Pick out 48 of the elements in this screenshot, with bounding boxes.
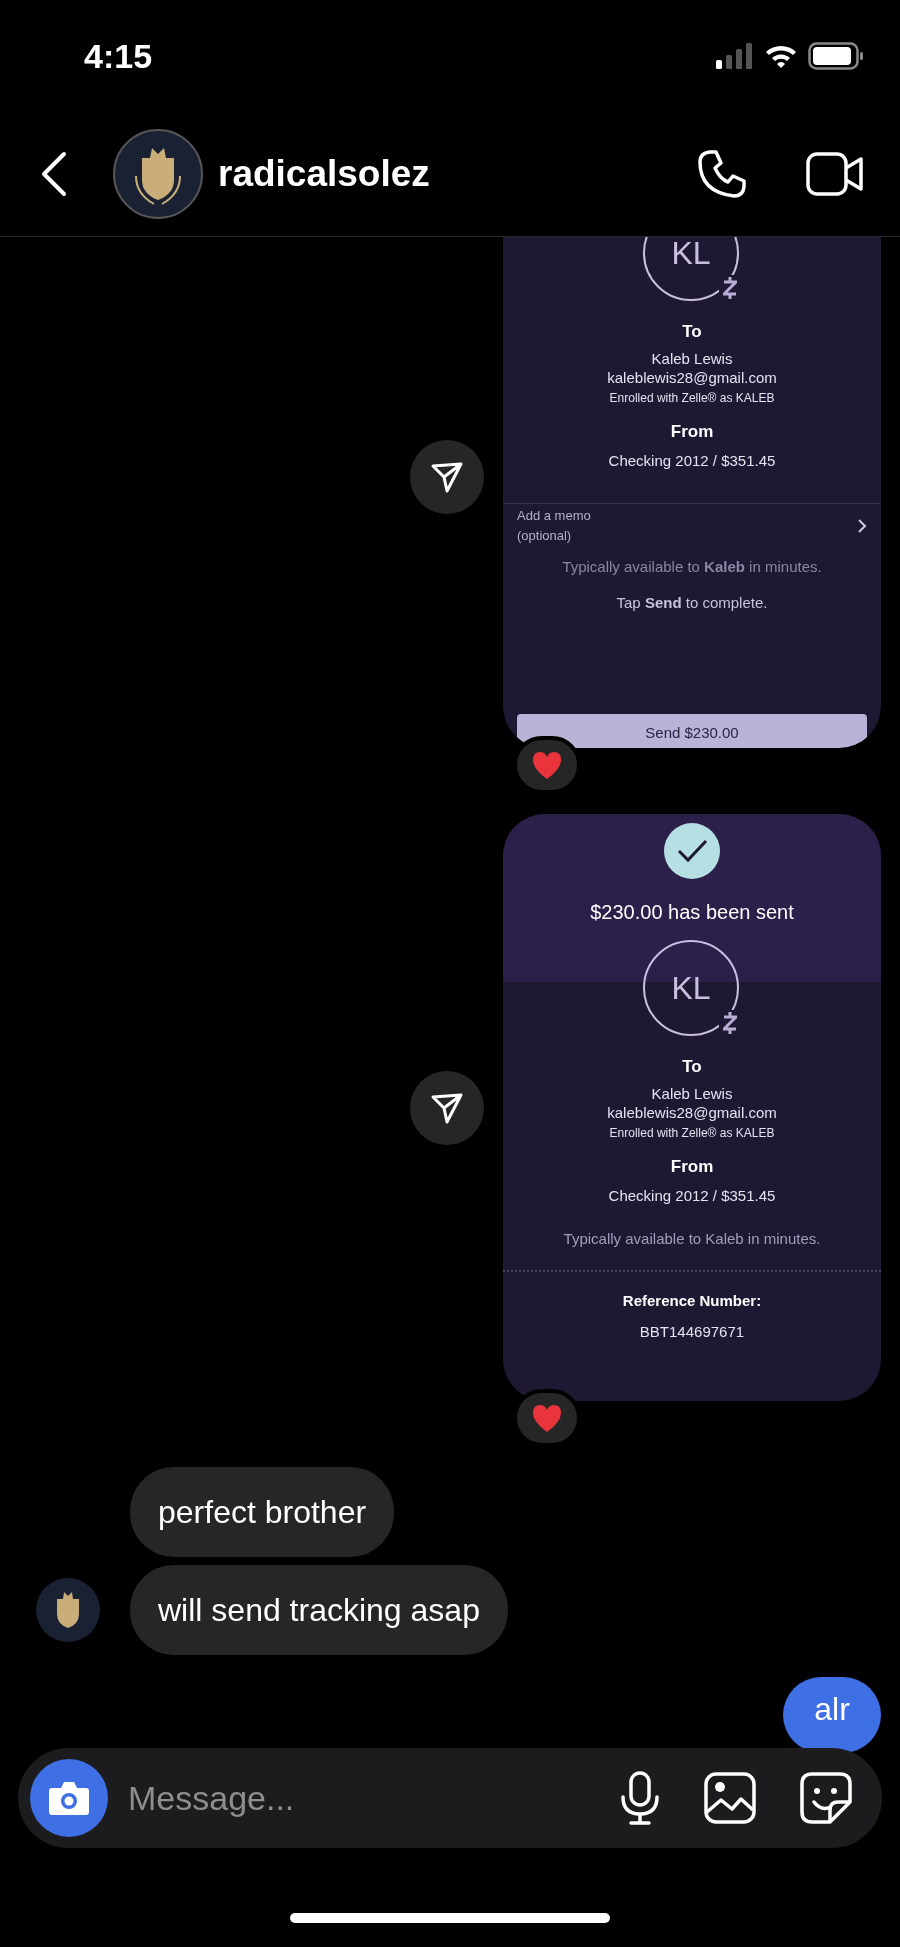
message-input[interactable]: Message... [128,1772,620,1824]
message-bubble: perfect brother [130,1467,395,1557]
send-button[interactable]: Send $230.00 [517,714,867,748]
recipient-name: Kaleb Lewis [650,1083,734,1103]
microphone-icon[interactable] [620,1771,660,1825]
enrollment-note: Enrolled with Zelle® as KALEB [608,1124,776,1142]
battery-icon [808,42,864,70]
availability-note: Typically available to Kaleb in minutes. [562,1228,822,1249]
account-info: Checking 2012 / $351.45 [607,451,777,471]
from-label: From [669,420,715,443]
zelle-icon [723,1012,737,1034]
availability-note: Typically available to Kaleb in minutes. [561,556,823,577]
zelle-icon [723,277,737,299]
sender-avatar[interactable] [36,1578,100,1642]
confirmation-title: $230.00 has been sent [590,900,794,925]
camera-button[interactable] [30,1759,108,1837]
memo-hint: (optional) [517,526,573,545]
memo-row[interactable]: Add a memo (optional) [503,503,881,546]
heart-icon [531,750,563,780]
account-info: Checking 2012 / $351.45 [607,1186,777,1206]
to-label: To [681,321,703,343]
instruction-text: Tap Send to complete. [615,593,769,613]
profile-avatar[interactable] [112,128,204,220]
message-field[interactable]: Message... [18,1748,882,1848]
message-bubble: will send tracking asap [130,1565,508,1655]
camera-icon [48,1780,90,1816]
back-icon [40,151,68,197]
heart-icon [531,1403,563,1433]
recipient-name: Kaleb Lewis [650,348,734,368]
reference-label: Reference Number: [621,1291,763,1311]
recipient-email: kaleblewis28@gmail.com [606,1102,778,1122]
chevron-icon [857,517,867,534]
phone-icon[interactable] [696,148,748,200]
sticker-icon[interactable] [800,1772,852,1824]
wifi-icon [764,43,798,69]
to-label: To [681,1056,703,1078]
status-time: 4:15 [84,35,153,77]
recipient-email: kaleblewis28@gmail.com [606,367,778,387]
video-call-icon[interactable] [806,151,864,197]
from-label: From [669,1155,715,1178]
memo-label: Add a memo [517,506,591,525]
message-bubble: alr [783,1677,881,1753]
gallery-icon[interactable] [704,1772,756,1824]
signal-icon [716,43,754,69]
reference-number: BBT144697671 [638,1321,746,1342]
enrollment-note: Enrolled with Zelle® as KALEB [608,389,776,407]
checkmark-icon [664,823,720,879]
username[interactable]: radicalsolez [218,146,430,202]
